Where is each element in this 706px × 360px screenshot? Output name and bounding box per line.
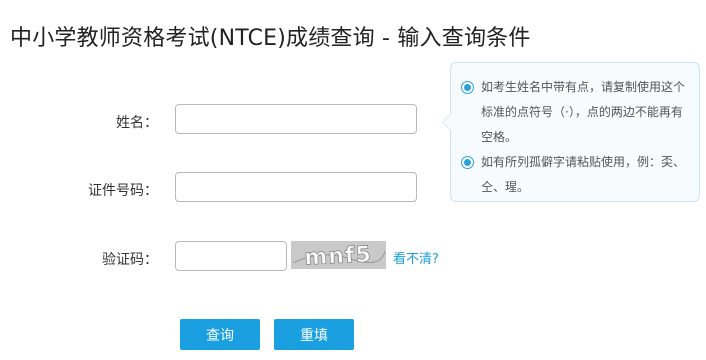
id-number-label: 证件号码： [88,183,158,199]
name-input[interactable] [175,104,417,134]
refresh-captcha-link[interactable]: 看不清? [393,248,439,267]
captcha-label: 验证码： [102,252,158,268]
name-label: 姓名： [116,115,158,131]
radio-dot-icon [461,156,474,169]
reset-button[interactable]: 重填 [274,319,354,350]
captcha-text: mnf5 [304,242,373,269]
captcha-image[interactable]: mnf5 [291,241,386,269]
tip-text: 如有所列孤僻字请粘贴使用，例：奀、仝、瑆。 [481,155,686,194]
page-title: 中小学教师资格考试(NTCE)成绩查询 - 输入查询条件 [10,26,531,51]
tip-item: 如有所列孤僻字请粘贴使用，例：奀、仝、瑆。 [461,150,689,200]
id-number-input[interactable] [175,172,417,202]
tip-pointer [442,113,451,131]
tip-item: 如考生姓名中带有点，请复制使用这个标准的点符号（·），点的两边不能再有空格。 [461,75,689,150]
radio-dot-icon [461,81,474,94]
input-tips-panel: 如考生姓名中带有点，请复制使用这个标准的点符号（·），点的两边不能再有空格。 如… [442,62,700,202]
query-button[interactable]: 查询 [180,319,260,350]
captcha-input[interactable] [175,241,287,271]
tip-text: 如考生姓名中带有点，请复制使用这个标准的点符号（·），点的两边不能再有空格。 [481,80,686,144]
